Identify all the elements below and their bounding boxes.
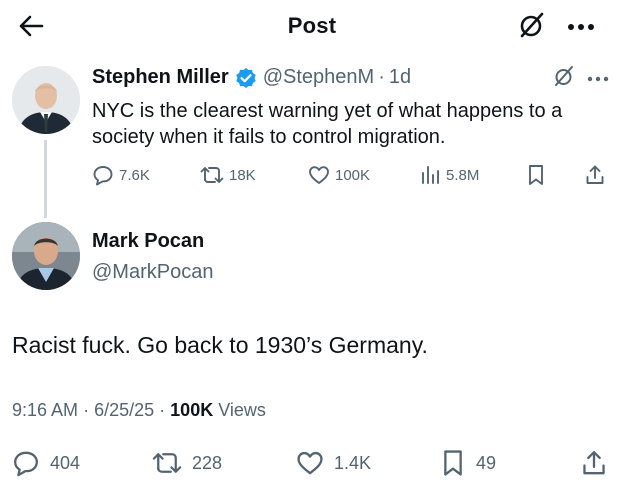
- header: Post: [0, 0, 624, 54]
- post-meta: 9:16 AM · 6/25/25 · 100K Views: [12, 400, 266, 421]
- views-label: Views: [218, 400, 266, 420]
- reply-button[interactable]: 404: [12, 448, 80, 478]
- views-count: 5.8M: [446, 166, 480, 184]
- post-time[interactable]: 1d: [389, 66, 411, 89]
- heart-icon: [296, 449, 324, 477]
- separator-dot: ·: [83, 400, 90, 420]
- bookmark-count: 49: [476, 452, 497, 473]
- post-detail-page: Post Stephen Miller @StephenM · 1d NYC i…: [0, 0, 624, 490]
- bookmark-icon: [440, 449, 466, 477]
- action-bar: 404 228 1.4K 49: [12, 448, 612, 478]
- analytics-icon: [419, 164, 441, 186]
- like-count: 1.4K: [334, 452, 372, 473]
- views-count: 100K: [170, 400, 214, 420]
- repost-icon: [152, 449, 182, 477]
- author-name[interactable]: Mark Pocan: [92, 230, 204, 253]
- share-icon: [580, 449, 608, 477]
- like-button[interactable]: 1.4K: [296, 448, 371, 478]
- heart-icon: [308, 164, 330, 186]
- avatar[interactable]: [12, 66, 80, 134]
- author-name[interactable]: Stephen Miller: [92, 66, 229, 89]
- like-count: 100K: [335, 166, 371, 184]
- separator-dot: ·: [159, 400, 166, 420]
- repost-icon: [200, 164, 224, 186]
- more-button[interactable]: [563, 12, 599, 42]
- parent-action-bar: 7.6K 18K 100K 5.8M: [92, 162, 614, 188]
- post-text: Racist fuck. Go back to 1930’s Germany.: [12, 332, 428, 358]
- parent-grok-button[interactable]: [553, 65, 575, 92]
- share-button[interactable]: [580, 448, 618, 478]
- bookmark-icon: [526, 164, 546, 186]
- grok-icon: [518, 11, 546, 44]
- more-horizontal-icon: [567, 18, 595, 36]
- reply-count: 404: [50, 452, 81, 473]
- verified-badge-icon: [235, 67, 257, 89]
- repost-button[interactable]: 228: [152, 448, 222, 478]
- like-button[interactable]: 100K: [308, 162, 370, 188]
- parent-post-text: NYC is the clearest warning yet of what …: [92, 100, 563, 148]
- bookmark-button[interactable]: 49: [440, 448, 496, 478]
- parent-more-button[interactable]: [585, 67, 611, 89]
- grok-button[interactable]: [517, 12, 547, 42]
- parent-author-row: Stephen Miller @StephenM · 1d: [92, 66, 411, 89]
- share-icon: [584, 164, 606, 186]
- more-horizontal-icon: [587, 69, 609, 87]
- reply-button[interactable]: 7.6K: [92, 162, 150, 188]
- reply-icon: [12, 449, 40, 477]
- post-time[interactable]: 9:16 AM: [12, 400, 78, 420]
- repost-button[interactable]: 18K: [200, 162, 256, 188]
- reply-count: 7.6K: [119, 166, 150, 184]
- avatar[interactable]: [12, 222, 80, 290]
- author-handle[interactable]: @MarkPocan: [92, 261, 213, 284]
- views-button[interactable]: 5.8M: [419, 162, 479, 188]
- thread-line: [44, 140, 47, 218]
- repost-count: 18K: [229, 166, 256, 184]
- author-handle[interactable]: @StephenM: [263, 66, 374, 89]
- reply-icon: [92, 164, 114, 186]
- separator-dot: ·: [378, 66, 385, 88]
- post-date[interactable]: 6/25/25: [94, 400, 154, 420]
- share-button[interactable]: [584, 162, 611, 188]
- grok-icon: [553, 65, 575, 92]
- repost-count: 228: [192, 452, 223, 473]
- bookmark-button[interactable]: [526, 162, 551, 188]
